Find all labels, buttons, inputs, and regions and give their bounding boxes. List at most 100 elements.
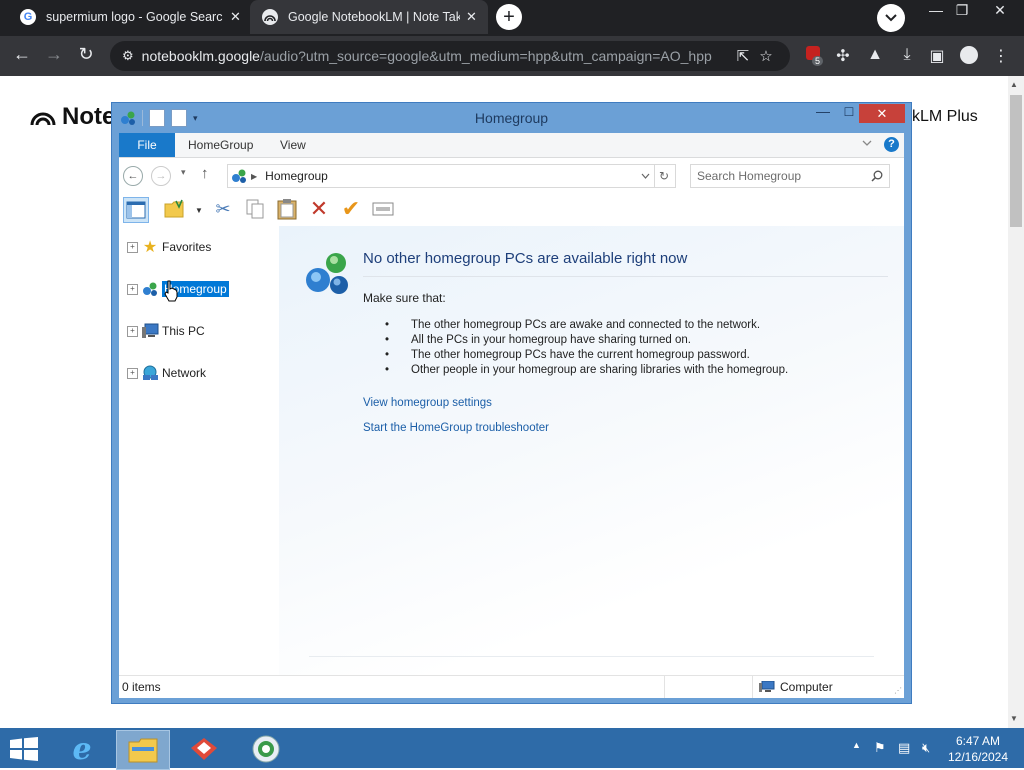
tab-file[interactable]: File (119, 133, 175, 157)
site-info-icon[interactable]: ⚙ (122, 48, 134, 64)
volume-muted-icon[interactable]: 🔇︎ (922, 740, 930, 756)
help-icon[interactable]: ? (884, 137, 899, 152)
expand-ribbon-icon[interactable] (862, 137, 872, 149)
cut-icon[interactable]: ✂ (211, 197, 235, 221)
browser-tab-google-search[interactable]: G supermium logo - Google Searc ✕ (8, 0, 246, 34)
heading-divider (363, 276, 888, 277)
taskbar-clock[interactable]: 6:47 AM 12/16/2024 (938, 733, 1018, 765)
tab-search-button[interactable] (877, 4, 905, 32)
url-text[interactable]: notebooklm.google/audio?utm_source=googl… (142, 48, 727, 64)
reload-icon[interactable]: ↻ (74, 44, 98, 65)
restore-browser-button[interactable]: ❐ (948, 2, 976, 19)
nav-item-favorites[interactable]: + ★ Favorites (127, 237, 211, 257)
address-box[interactable]: ▶ Homegroup (227, 164, 655, 188)
nav-label: Network (162, 366, 207, 380)
share-icon[interactable]: ⇱ (737, 47, 750, 65)
back-arrow-icon[interactable]: ← (10, 44, 34, 65)
extension-icon[interactable]: 5 (802, 46, 824, 66)
bottom-divider (309, 656, 874, 657)
address-dropdown-icon[interactable] (641, 171, 650, 181)
windows-start-icon[interactable] (10, 737, 38, 761)
homegroup-large-icon (306, 253, 348, 294)
scroll-down-icon[interactable]: ▼ (1010, 714, 1018, 723)
refresh-button[interactable]: ↻ (653, 164, 676, 188)
close-browser-button[interactable]: ✕ (986, 2, 1014, 19)
bookmark-star-icon[interactable]: ☆ (759, 47, 772, 65)
forward-button[interactable]: → (151, 166, 171, 186)
expand-icon[interactable]: + (127, 283, 138, 295)
folder-options-dropdown-icon[interactable]: ▼ (195, 206, 203, 215)
copy-icon[interactable] (243, 197, 267, 221)
up-arrow-icon[interactable]: ↑ (201, 165, 209, 182)
labs-flask-icon[interactable]: ▲ (864, 46, 886, 64)
view-homegroup-settings-link[interactable]: View homegroup settings (363, 397, 492, 409)
browser-tab-notebooklm[interactable]: Google NotebookLM | Note Taki ✕ (250, 0, 488, 34)
star-icon: ★ (142, 239, 158, 256)
expand-icon[interactable]: + (127, 241, 138, 253)
close-tab-icon[interactable]: ✕ (466, 9, 477, 25)
homegroup-troubleshooter-link[interactable]: Start the HomeGroup troubleshooter (363, 422, 549, 434)
computer-icon (141, 323, 159, 339)
action-center-flag-icon[interactable]: ⚑ (874, 740, 886, 756)
breadcrumb-homegroup[interactable]: Homegroup (265, 169, 328, 183)
scrollbar-thumb[interactable] (1010, 95, 1022, 227)
minimize-button[interactable]: — (809, 103, 837, 123)
breadcrumb-chevron-icon[interactable]: ▶ (251, 172, 257, 181)
logo-text: Note (62, 103, 116, 130)
side-panel-icon[interactable]: ▣ (926, 46, 948, 66)
nav-item-this-pc[interactable]: + This PC (127, 321, 205, 341)
back-button[interactable]: ← (123, 166, 143, 186)
menu-kebab-icon[interactable]: ⋮ (990, 46, 1012, 66)
tab-homegroup[interactable]: HomeGroup (188, 133, 253, 157)
page-logo: Note (30, 103, 115, 131)
checkmark-icon[interactable]: ✔ (339, 196, 363, 221)
extension-badge: 5 (812, 56, 824, 66)
network-tray-icon[interactable]: ▤ (898, 740, 910, 756)
navigation-bar: ← → ▾ ↑ ▶ Homegroup ↻ (119, 158, 904, 192)
forward-arrow-icon[interactable]: → (42, 44, 66, 65)
recent-locations-icon[interactable]: ▾ (181, 167, 186, 178)
search-input[interactable] (691, 168, 859, 184)
hand-cursor-icon (164, 280, 178, 302)
search-box[interactable] (690, 164, 890, 188)
app-taskbar-icon[interactable] (178, 730, 230, 768)
address-bar[interactable]: ⚙ notebooklm.google/audio?utm_source=goo… (110, 41, 790, 71)
file-explorer-taskbar-icon[interactable] (116, 730, 170, 770)
expand-icon[interactable]: + (127, 367, 138, 379)
homegroup-taskbar-icon[interactable] (240, 730, 292, 768)
extensions-puzzle-icon[interactable]: ✣ (832, 46, 854, 66)
homegroup-icon (141, 281, 159, 297)
minimize-browser-button[interactable]: — (922, 2, 950, 18)
list-item: • The other homegroup PCs are awake and c… (384, 319, 761, 331)
homegroup-small-icon (232, 169, 246, 183)
resize-grip-icon[interactable]: ⋰ (894, 686, 902, 695)
paste-icon[interactable] (275, 197, 299, 221)
show-hidden-icons[interactable]: ▲ (852, 740, 861, 750)
list-item: • All the PCs in your homegroup have shar… (384, 334, 691, 346)
search-icon[interactable] (871, 170, 883, 182)
delete-icon[interactable]: ✕ (307, 196, 331, 221)
scroll-up-icon[interactable]: ▲ (1010, 80, 1018, 89)
internet-explorer-taskbar-icon[interactable]: e (56, 730, 108, 768)
tab-view[interactable]: View (280, 133, 306, 157)
rename-icon[interactable] (371, 197, 395, 221)
profile-icon[interactable] (958, 46, 980, 69)
notebooklm-icon (262, 9, 278, 25)
checklist: • The other homegroup PCs are awake and c… (363, 319, 788, 379)
computer-icon (759, 681, 775, 692)
homegroup-content: No other homegroup PCs are available rig… (279, 226, 904, 675)
plus-link[interactable]: kLM Plus (912, 108, 978, 126)
window-titlebar[interactable]: ▾ Homegroup — ☐ ✕ (112, 103, 911, 133)
folder-options-icon[interactable] (163, 197, 187, 221)
list-item: • The other homegroup PCs have the curren… (384, 349, 750, 361)
navigation-pane-button[interactable] (123, 197, 149, 223)
nav-item-network[interactable]: + Network (127, 363, 206, 383)
network-icon (141, 365, 159, 381)
expand-icon[interactable]: + (127, 325, 138, 337)
location-zone: Computer (759, 680, 833, 694)
close-tab-icon[interactable]: ✕ (230, 9, 241, 25)
new-tab-button[interactable]: + (496, 4, 522, 30)
download-icon[interactable]: ⤓ (896, 46, 918, 64)
clock-time: 6:47 AM (955, 734, 1001, 748)
close-button[interactable]: ✕ (859, 104, 905, 123)
